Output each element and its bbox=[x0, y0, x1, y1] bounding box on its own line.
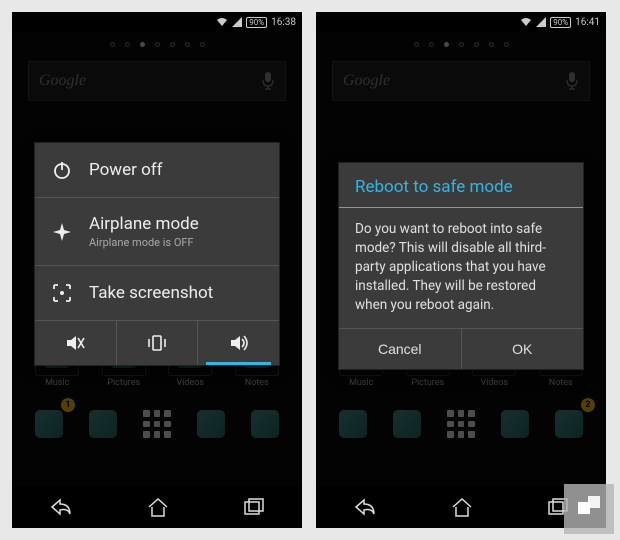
power-menu: Power off Airplane mode Airplane mode is… bbox=[34, 142, 280, 366]
wifi-icon bbox=[520, 17, 532, 27]
home-button[interactable] bbox=[450, 496, 474, 518]
battery-indicator: 90% bbox=[550, 17, 571, 28]
power-off-item[interactable]: Power off bbox=[35, 143, 279, 198]
airplane-icon bbox=[51, 221, 73, 243]
signal-icon bbox=[232, 17, 242, 27]
home-button[interactable] bbox=[146, 496, 170, 518]
status-bar: 90% 16:41 bbox=[316, 12, 606, 32]
dialog-body: Do you want to reboot into safe mode? Th… bbox=[339, 208, 583, 328]
nav-bar bbox=[12, 486, 302, 528]
sound-mode-row bbox=[35, 320, 279, 365]
recent-button[interactable] bbox=[242, 497, 266, 517]
clock: 16:38 bbox=[271, 17, 296, 28]
watermark-icon bbox=[564, 484, 614, 534]
airplane-mode-item[interactable]: Airplane mode Airplane mode is OFF bbox=[35, 198, 279, 266]
cancel-button[interactable]: Cancel bbox=[339, 329, 462, 369]
vibrate-mode-button[interactable] bbox=[117, 321, 199, 365]
battery-indicator: 90% bbox=[246, 17, 267, 28]
back-button[interactable] bbox=[352, 496, 378, 518]
phone-left: 90% 16:38 Google Music Pictures Videos N… bbox=[12, 12, 302, 528]
volume-icon bbox=[228, 333, 250, 353]
wifi-icon bbox=[216, 17, 228, 27]
signal-icon bbox=[536, 17, 546, 27]
screenshot-item[interactable]: Take screenshot bbox=[35, 266, 279, 320]
clock: 16:41 bbox=[575, 17, 600, 28]
back-button[interactable] bbox=[48, 496, 74, 518]
dialog-title: Reboot to safe mode bbox=[339, 163, 583, 208]
phone-right: 90% 16:41 Google Music Pictures Videos N… bbox=[316, 12, 606, 528]
vibrate-icon bbox=[146, 333, 168, 353]
silent-mode-button[interactable] bbox=[35, 321, 117, 365]
silent-icon bbox=[64, 333, 86, 353]
status-bar: 90% 16:38 bbox=[12, 12, 302, 32]
ok-button[interactable]: OK bbox=[462, 329, 584, 369]
power-icon bbox=[51, 159, 73, 181]
nav-bar bbox=[316, 486, 606, 528]
safe-mode-dialog: Reboot to safe mode Do you want to reboo… bbox=[338, 162, 584, 370]
screenshot-icon bbox=[51, 282, 73, 304]
sound-mode-button[interactable] bbox=[198, 321, 279, 365]
